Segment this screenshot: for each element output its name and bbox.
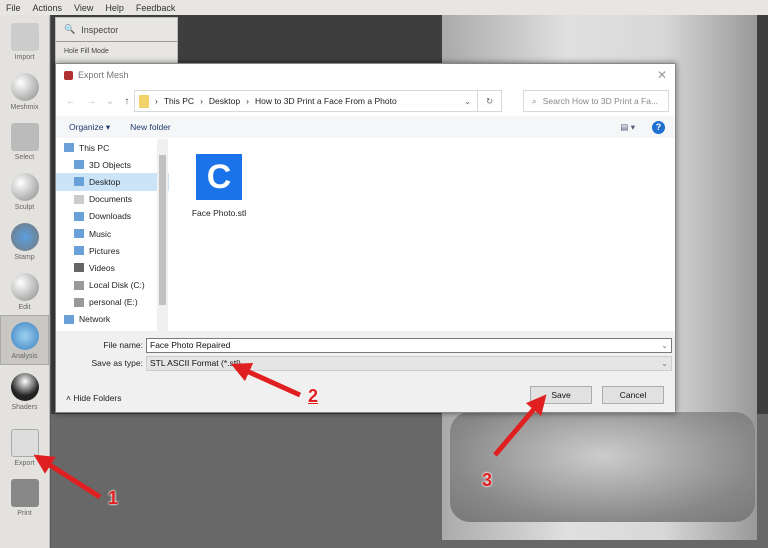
chevron-down-icon: ⌄: [661, 359, 668, 368]
drive-icon: [74, 297, 84, 307]
plus-icon: [10, 23, 39, 51]
tool-stamp[interactable]: Stamp: [0, 215, 49, 265]
menu-feedback[interactable]: Feedback: [136, 3, 176, 13]
tool-select[interactable]: Select: [0, 115, 49, 165]
export-mesh-dialog: Export Mesh ✕ ← → ⌄ ↑ › This PC › Desktop › Ho…: [55, 63, 676, 413]
menu-actions[interactable]: Actions: [33, 3, 63, 13]
shader-sphere-icon: [10, 373, 39, 401]
scrollbar-thumb[interactable]: [159, 155, 166, 305]
nav-local-disk[interactable]: Local Disk (C:): [56, 277, 169, 294]
meshmix-icon: [10, 73, 39, 101]
export-icon: [10, 429, 39, 457]
search-input[interactable]: ⌕ Search How to 3D Print a Fa...: [523, 90, 669, 112]
save-button[interactable]: Save: [530, 386, 592, 404]
file-name-input[interactable]: Face Photo Repaired ⌄: [146, 338, 672, 353]
chevron-down-icon[interactable]: ⌄: [464, 96, 471, 107]
step-number-1: 1: [108, 488, 119, 508]
save-type-label: Save as type:: [91, 358, 143, 368]
refresh-icon[interactable]: ↻: [477, 91, 501, 111]
forward-icon[interactable]: →: [86, 96, 96, 107]
stl-file-icon: C: [196, 154, 242, 200]
desktop-icon: [74, 177, 84, 187]
tool-meshmix[interactable]: Meshmix: [0, 65, 49, 115]
menu-view[interactable]: View: [74, 3, 93, 13]
address-bar[interactable]: › This PC › Desktop › How to 3D Print a Fac…: [134, 90, 502, 112]
chevron-down-icon: ⌄: [661, 341, 668, 350]
model-face-relief: [450, 412, 755, 522]
breadcrumb-this-pc[interactable]: This PC: [164, 96, 194, 106]
file-name-label: File name:: [103, 340, 143, 350]
step-number-2: 2: [308, 386, 319, 406]
navigation-pane: This PC 3D Objects Desktop Documents Dow…: [56, 139, 169, 331]
close-icon[interactable]: ✕: [657, 68, 667, 82]
tool-sculpt[interactable]: Sculpt: [0, 165, 49, 215]
nav-this-pc[interactable]: This PC: [56, 139, 169, 156]
pictures-icon: [74, 246, 84, 256]
search-icon: ⌕: [532, 95, 537, 106]
menu-help[interactable]: Help: [105, 3, 124, 13]
breadcrumb-desktop[interactable]: Desktop: [209, 96, 240, 106]
help-icon[interactable]: ?: [652, 120, 665, 134]
new-folder-button[interactable]: New folder: [130, 122, 171, 132]
inspector-mode: Hole Fill Mode: [64, 48, 109, 55]
tool-shaders[interactable]: Shaders: [0, 365, 49, 415]
nav-personal-drive[interactable]: personal (E:): [56, 294, 169, 311]
back-icon[interactable]: ←: [66, 96, 76, 107]
video-icon: [74, 263, 84, 273]
save-type-select[interactable]: STL ASCII Format (*.stl) ⌄: [146, 356, 672, 371]
tool-edit[interactable]: Edit: [0, 265, 49, 315]
brush-icon: [10, 173, 39, 201]
download-icon: [74, 211, 84, 221]
nav-network[interactable]: Network: [56, 311, 169, 328]
computer-icon: [64, 143, 74, 153]
document-icon: [74, 194, 84, 204]
tool-analysis[interactable]: Analysis: [0, 315, 49, 365]
stamp-icon: [10, 223, 39, 251]
app-icon: [64, 70, 73, 80]
tool-import[interactable]: Import: [0, 15, 49, 65]
nav-videos[interactable]: Videos: [56, 259, 169, 276]
menu-file[interactable]: File: [6, 3, 21, 13]
search-icon: 🔍: [64, 24, 76, 34]
hide-folders-button[interactable]: ˄ Hide Folders: [66, 393, 122, 403]
tool-sidebar: Import Meshmix Select Sculpt Stamp Edit …: [0, 15, 50, 548]
view-options-icon[interactable]: ▤ ▾: [620, 122, 635, 133]
analysis-icon: [10, 322, 39, 350]
nav-desktop[interactable]: Desktop: [56, 173, 169, 191]
cube-icon: [74, 160, 84, 170]
nav-downloads[interactable]: Downloads: [56, 208, 169, 225]
inspector-panel: 🔍 Inspector Hole Fill Mode: [55, 17, 178, 67]
dialog-title-bar: Export Mesh ✕: [56, 64, 675, 86]
drive-icon: [74, 280, 84, 290]
nav-3d-objects[interactable]: 3D Objects: [56, 156, 169, 173]
edit-icon: [10, 273, 39, 301]
nav-music[interactable]: Music: [56, 225, 169, 242]
up-icon[interactable]: ↑: [124, 96, 129, 107]
folder-icon: [139, 94, 149, 108]
music-icon: [74, 229, 84, 239]
organize-button[interactable]: Organize ▾: [69, 122, 110, 133]
step-number-3: 3: [482, 470, 493, 490]
menu-bar: File Actions View Help Feedback: [0, 0, 768, 15]
nav-scrollbar[interactable]: [157, 139, 168, 331]
tool-export[interactable]: Export: [0, 415, 49, 471]
file-item[interactable]: C Face Photo.stl: [189, 154, 249, 218]
printer-icon: [10, 479, 39, 507]
arrow-icon: [10, 123, 39, 151]
network-icon: [64, 314, 74, 324]
cancel-button[interactable]: Cancel: [602, 386, 664, 404]
tool-print[interactable]: Print: [0, 471, 49, 521]
nav-documents[interactable]: Documents: [56, 191, 169, 208]
nav-pictures[interactable]: Pictures: [56, 242, 169, 259]
recent-icon[interactable]: ⌄: [106, 96, 114, 107]
breadcrumb-folder[interactable]: How to 3D Print a Face From a Photo: [255, 96, 397, 106]
